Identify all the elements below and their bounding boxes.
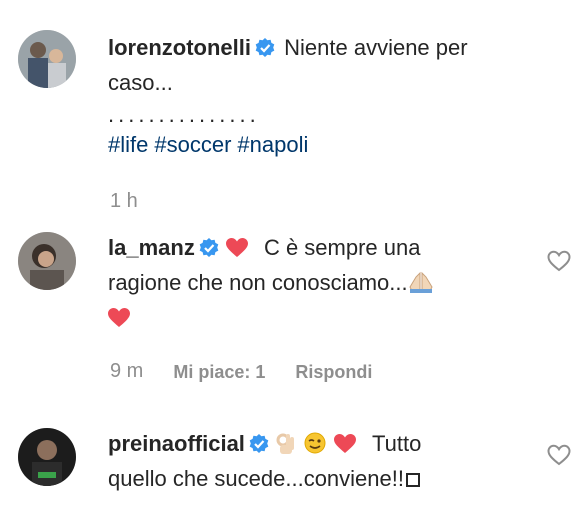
comment-la-manz: la_manz C è sempre una ragione che non c…	[0, 230, 586, 410]
comment-meta: 1 h	[110, 190, 168, 213]
comment-lorenzotonelli: lorenzotonelli Niente avviene per caso..…	[0, 0, 586, 230]
avatar[interactable]	[18, 428, 76, 486]
comment-body: la_manz C è sempre una ragione che non c…	[108, 232, 540, 337]
folded-hands-emoji	[408, 270, 434, 302]
hashtag-napoli[interactable]: #napoli	[237, 132, 308, 157]
hashtag-soccer[interactable]: #soccer	[154, 132, 231, 157]
missing-glyph-box	[405, 473, 420, 487]
red-heart-emoji	[333, 431, 356, 463]
comment-body: preinaofficial Tutto quello che sucede..…	[108, 428, 540, 495]
verified-badge-icon	[255, 35, 275, 67]
hashtag-life[interactable]: #life	[108, 132, 148, 157]
comment-meta: 9 m Mi piace: 1 Rispondi	[110, 360, 402, 384]
avatar[interactable]	[18, 232, 76, 290]
timestamp[interactable]: 1 h	[110, 190, 138, 213]
verified-badge-icon	[249, 431, 269, 463]
username[interactable]: preinaofficial	[108, 431, 245, 456]
comment-text: caso...	[108, 70, 173, 95]
avatar[interactable]	[18, 30, 76, 88]
comment-preinaofficial: preinaofficial Tutto quello che sucede..…	[0, 410, 586, 512]
like-heart-icon[interactable]	[546, 248, 572, 274]
comment-text: C è sempre una	[263, 235, 421, 260]
timestamp[interactable]: 9 m	[110, 360, 143, 384]
hashtags: #life #soccer #napoli	[108, 129, 540, 161]
comment-body: lorenzotonelli Niente avviene per caso..…	[108, 32, 540, 161]
red-heart-emoji	[225, 235, 248, 267]
ok-hand-emoji	[276, 431, 296, 463]
likes-count[interactable]: Mi piace: 1	[173, 360, 265, 384]
comment-text: ragione che non conosciamo...	[108, 270, 408, 295]
reply-button[interactable]: Rispondi	[295, 360, 372, 384]
comment-text: Tutto	[372, 431, 422, 456]
winking-face-emoji	[304, 431, 326, 463]
verified-badge-icon	[199, 235, 219, 267]
username[interactable]: lorenzotonelli	[108, 35, 251, 60]
like-heart-icon[interactable]	[546, 442, 572, 468]
comment-text: Niente avviene per	[284, 35, 468, 60]
comment-dots: ...............	[108, 102, 260, 127]
comment-text: quello che sucede...conviene!!	[108, 466, 404, 491]
username[interactable]: la_manz	[108, 235, 195, 260]
red-heart-emoji	[108, 305, 130, 337]
